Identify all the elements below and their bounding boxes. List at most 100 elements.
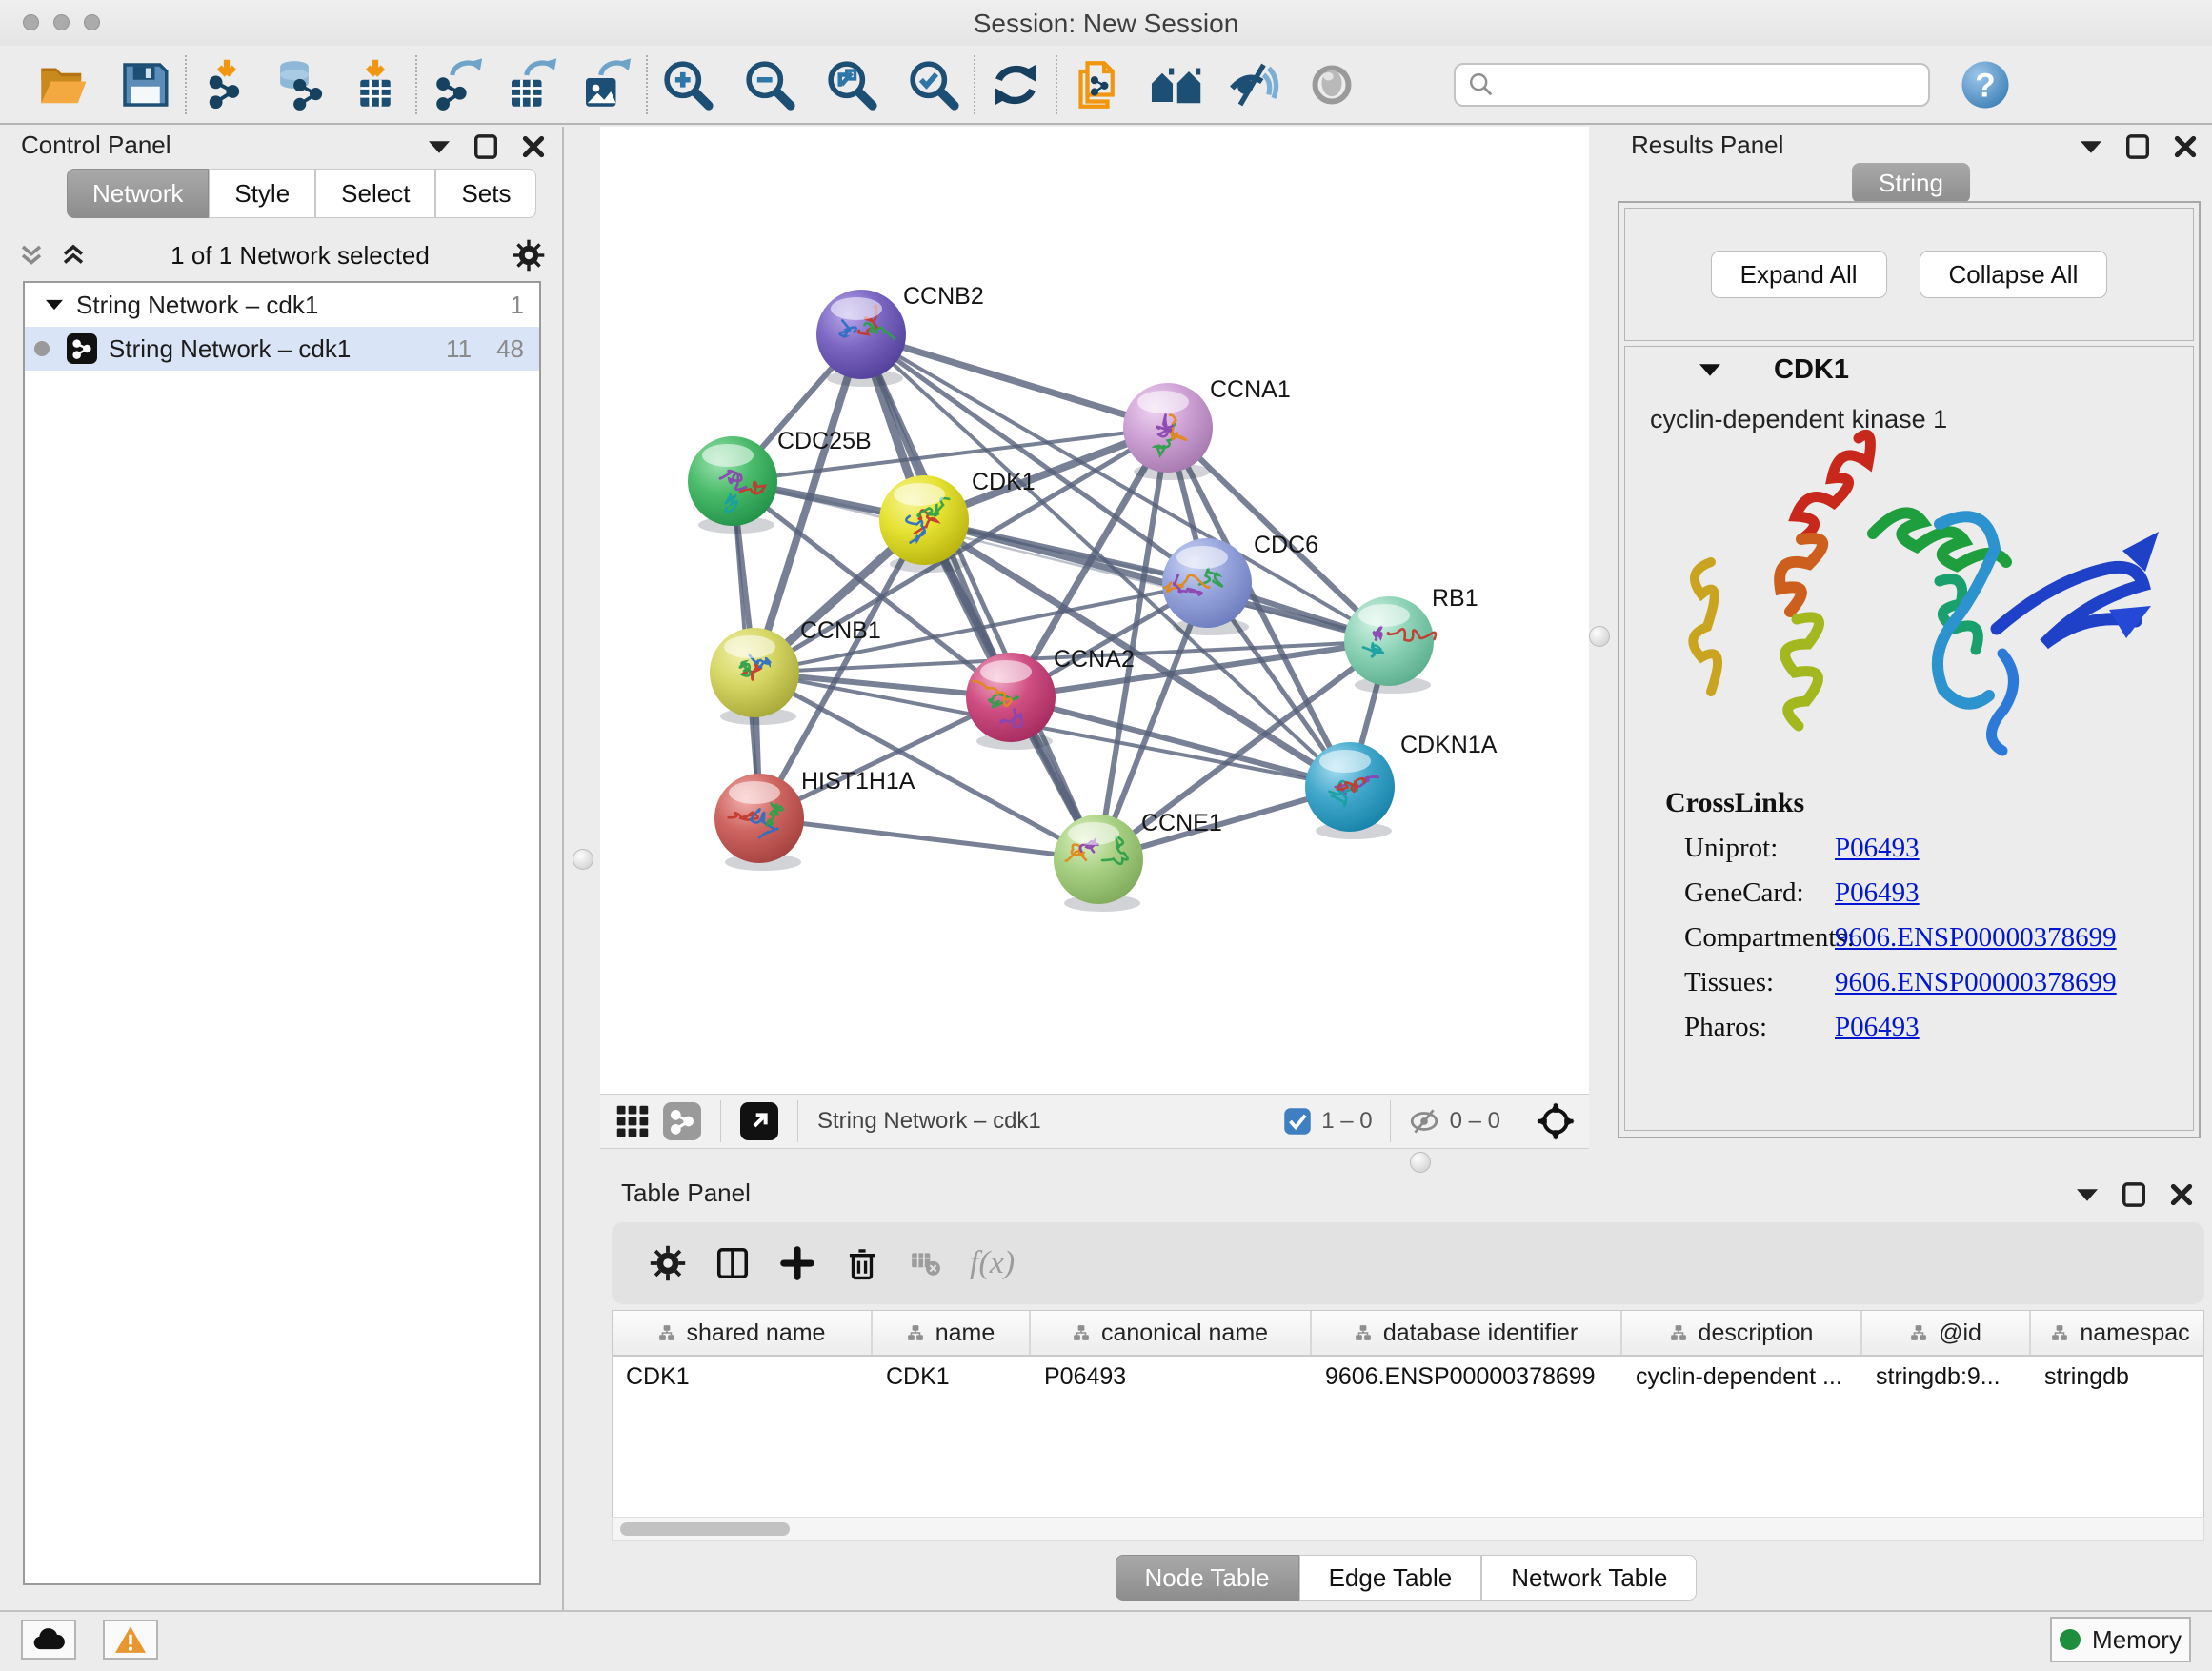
panel-close-icon[interactable] <box>2170 1183 2193 1206</box>
zoom-in-icon <box>661 58 714 111</box>
tab-edge-table[interactable]: Edge Table <box>1299 1555 1482 1601</box>
table-column-header[interactable]: name <box>873 1311 1031 1355</box>
window-title: Session: New Session <box>0 9 2212 39</box>
panel-close-icon[interactable] <box>2174 135 2197 158</box>
zoom-selected-button[interactable] <box>903 53 964 116</box>
tab-node-table[interactable]: Node Table <box>1116 1555 1299 1601</box>
memory-label: Memory <box>2092 1625 2182 1655</box>
show-graphics-button[interactable] <box>1301 53 1362 116</box>
hidden-eye-slash-icon[interactable] <box>1408 1105 1440 1137</box>
collapse-all-networks-icon[interactable] <box>59 241 88 270</box>
tab-string[interactable]: String <box>1852 163 1970 203</box>
crosshair-icon[interactable] <box>1536 1101 1576 1141</box>
table-row[interactable]: CDK1CDK1P064939606.ENSP00000378699cyclin… <box>613 1357 2203 1397</box>
crosslink-link[interactable]: P06493 <box>1835 1012 1920 1043</box>
import-network-button[interactable] <box>196 53 257 116</box>
network-node-RB1[interactable]: RB1 <box>1344 585 1478 694</box>
collapse-all-button[interactable]: Collapse All <box>1920 251 2108 298</box>
panel-float-icon[interactable] <box>2122 1182 2145 1207</box>
network-collection-row[interactable]: String Network – cdk1 1 <box>25 283 539 327</box>
panel-float-icon[interactable] <box>474 134 497 159</box>
export-image-button[interactable] <box>575 53 636 116</box>
right-splitter-handle[interactable] <box>1589 626 1610 647</box>
status-bar: Memory <box>0 1610 2212 1671</box>
tab-sets[interactable]: Sets <box>435 169 536 218</box>
network-node-label: CDK1 <box>972 469 1036 495</box>
zoom-fit-button[interactable] <box>821 53 882 116</box>
right-splitter[interactable] <box>1589 127 1610 1175</box>
string-home-button[interactable] <box>1145 53 1206 116</box>
search-input[interactable] <box>1454 63 1930 107</box>
table-cell: CDK1 <box>613 1363 873 1391</box>
tab-network[interactable]: Network <box>67 169 209 218</box>
memory-button[interactable]: Memory <box>2050 1617 2191 1662</box>
warning-status-button[interactable] <box>103 1620 158 1660</box>
table-column-header[interactable]: namespac <box>2031 1311 2204 1355</box>
import-network-from-database-button[interactable] <box>271 53 332 116</box>
left-splitter[interactable] <box>562 127 602 1610</box>
network-node-label: CCNB2 <box>903 283 984 310</box>
import-table-button[interactable] <box>345 53 406 116</box>
tab-network-table[interactable]: Network Table <box>1481 1555 1697 1601</box>
network-graph[interactable]: CCNB2CCNA1CDC25BCDK1CDC6RB1CCNB1CCNA2CDK… <box>600 127 1589 1094</box>
network-node-HIST1H1A[interactable]: HIST1H1A <box>714 768 915 871</box>
crosslink-link[interactable]: P06493 <box>1835 833 1920 864</box>
show-columns-icon[interactable] <box>714 1245 751 1281</box>
open-in-window-icon[interactable] <box>740 1102 778 1140</box>
table-column-header[interactable]: database identifier <box>1312 1311 1622 1355</box>
expand-all-button[interactable]: Expand All <box>1711 251 1887 298</box>
export-network-button[interactable] <box>427 53 488 116</box>
network-node-CDKN1A[interactable]: CDKN1A <box>1305 732 1498 839</box>
crosslink-link[interactable]: P06493 <box>1835 877 1920 909</box>
hide-graphics-button[interactable] <box>1223 53 1284 116</box>
apply-layout-button[interactable] <box>985 53 1046 116</box>
double-house-icon <box>1149 58 1202 111</box>
tab-select[interactable]: Select <box>315 169 435 218</box>
network-node-label: CCNA1 <box>1210 376 1291 403</box>
export-table-button[interactable] <box>501 53 562 116</box>
network-canvas[interactable]: CCNB2CCNA1CDC25BCDK1CDC6RB1CCNB1CCNA2CDK… <box>600 127 1589 1094</box>
table-options-gear-icon[interactable] <box>650 1245 686 1281</box>
tab-style[interactable]: Style <box>209 169 315 218</box>
help-button[interactable]: ? <box>1955 53 2016 116</box>
save-session-button[interactable] <box>114 53 175 116</box>
cloud-status-button[interactable] <box>21 1620 76 1660</box>
scrollbar-thumb[interactable] <box>620 1522 790 1536</box>
table-cell: cyclin-dependent ... <box>1622 1363 1862 1391</box>
network-node-CCNE1[interactable]: CCNE1 <box>1054 810 1222 912</box>
crosslink-link[interactable]: 9606.ENSP00000378699 <box>1835 967 2117 998</box>
table-column-header[interactable]: description <box>1622 1311 1862 1355</box>
horizontal-splitter-handle[interactable] <box>1410 1152 1431 1173</box>
selected-checkbox-icon[interactable] <box>1283 1107 1312 1136</box>
table-tabs: Node Table Edge Table Network Table <box>600 1555 2212 1602</box>
open-session-button[interactable] <box>32 53 93 116</box>
network-row[interactable]: String Network – cdk1 11 48 <box>25 327 539 371</box>
copy-network-button[interactable] <box>1067 53 1128 116</box>
network-node-label: CCNA2 <box>1054 646 1135 673</box>
table-column-header[interactable]: canonical name <box>1031 1311 1312 1355</box>
table-horizontal-scrollbar[interactable] <box>612 1517 2204 1541</box>
string-results-container: Expand All Collapse All CDK1 cyclin-depe… <box>1618 201 2201 1138</box>
panel-close-icon[interactable] <box>522 135 545 158</box>
panel-collapse-icon[interactable] <box>429 141 450 153</box>
zoom-out-button[interactable] <box>739 53 800 116</box>
network-options-gear-icon[interactable] <box>513 239 545 272</box>
network-node-CCNA2[interactable]: CCNA2 <box>966 646 1135 750</box>
table-column-header[interactable]: @id <box>1862 1311 2031 1355</box>
expand-all-networks-icon[interactable] <box>17 241 46 270</box>
tree-expand-icon[interactable] <box>46 299 63 311</box>
delete-column-icon[interactable] <box>844 1245 880 1281</box>
panel-collapse-icon[interactable] <box>2081 141 2101 153</box>
panel-collapse-icon[interactable] <box>2077 1189 2098 1201</box>
section-collapse-icon[interactable] <box>1699 364 1720 376</box>
toolbar-separator <box>974 55 975 114</box>
table-column-header[interactable]: shared name <box>613 1311 873 1355</box>
left-splitter-handle[interactable] <box>573 849 593 870</box>
crosslink-link[interactable]: 9606.ENSP00000378699 <box>1835 922 2117 954</box>
add-column-icon[interactable] <box>779 1245 815 1281</box>
table-header-row: shared namenamecanonical namedatabase id… <box>613 1311 2203 1357</box>
memory-status-dot <box>2060 1629 2081 1650</box>
birds-eye-view-icon[interactable] <box>613 1102 652 1140</box>
panel-float-icon[interactable] <box>2126 134 2149 159</box>
zoom-in-button[interactable] <box>657 53 718 116</box>
